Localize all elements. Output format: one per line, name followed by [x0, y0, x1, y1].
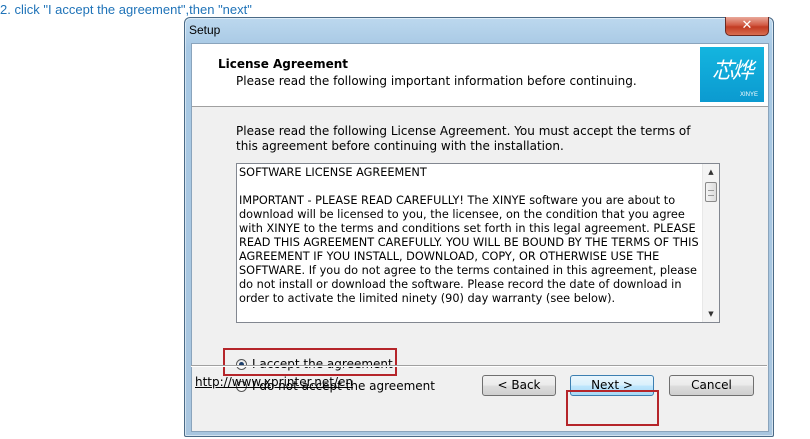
setup-window: Setup ✕ License Agreement Please read th… — [184, 17, 774, 437]
title-bar[interactable]: Setup ✕ — [185, 17, 773, 42]
next-highlight-box — [566, 390, 659, 426]
intro-text: Please read the following License Agreem… — [236, 124, 691, 153]
cancel-button[interactable]: Cancel — [669, 375, 754, 396]
license-textbox[interactable]: SOFTWARE LICENSE AGREEMENT IMPORTANT - P… — [236, 163, 720, 323]
license-text: SOFTWARE LICENSE AGREEMENT IMPORTANT - P… — [239, 166, 699, 305]
close-icon: ✕ — [741, 18, 753, 33]
window-title: Setup — [189, 23, 221, 37]
website-link[interactable]: http://www.xprinter.net/en — [195, 375, 353, 389]
footer-divider — [191, 365, 767, 367]
wizard-client-area: License Agreement Please read the follow… — [191, 43, 769, 432]
accept-highlight-box — [223, 348, 397, 376]
xinye-logo: 芯烨 XINYE — [700, 47, 764, 102]
logo-wordmark: XINYE — [739, 92, 758, 98]
scroll-down-icon[interactable]: ▼ — [703, 306, 719, 322]
vertical-scrollbar[interactable]: ▲ ▼ — [702, 164, 719, 322]
scroll-up-icon[interactable]: ▲ — [703, 164, 719, 180]
close-button[interactable]: ✕ — [725, 17, 769, 36]
page-subtitle: Please read the following important info… — [236, 74, 637, 88]
scroll-thumb[interactable] — [705, 182, 717, 202]
page-title: License Agreement — [218, 57, 349, 71]
logo-glyphs: 芯烨 — [711, 59, 754, 84]
instruction-caption: 2. click "I accept the agreement",then "… — [0, 2, 252, 17]
wizard-header: License Agreement Please read the follow… — [192, 44, 768, 107]
back-button[interactable]: < Back — [482, 375, 556, 396]
